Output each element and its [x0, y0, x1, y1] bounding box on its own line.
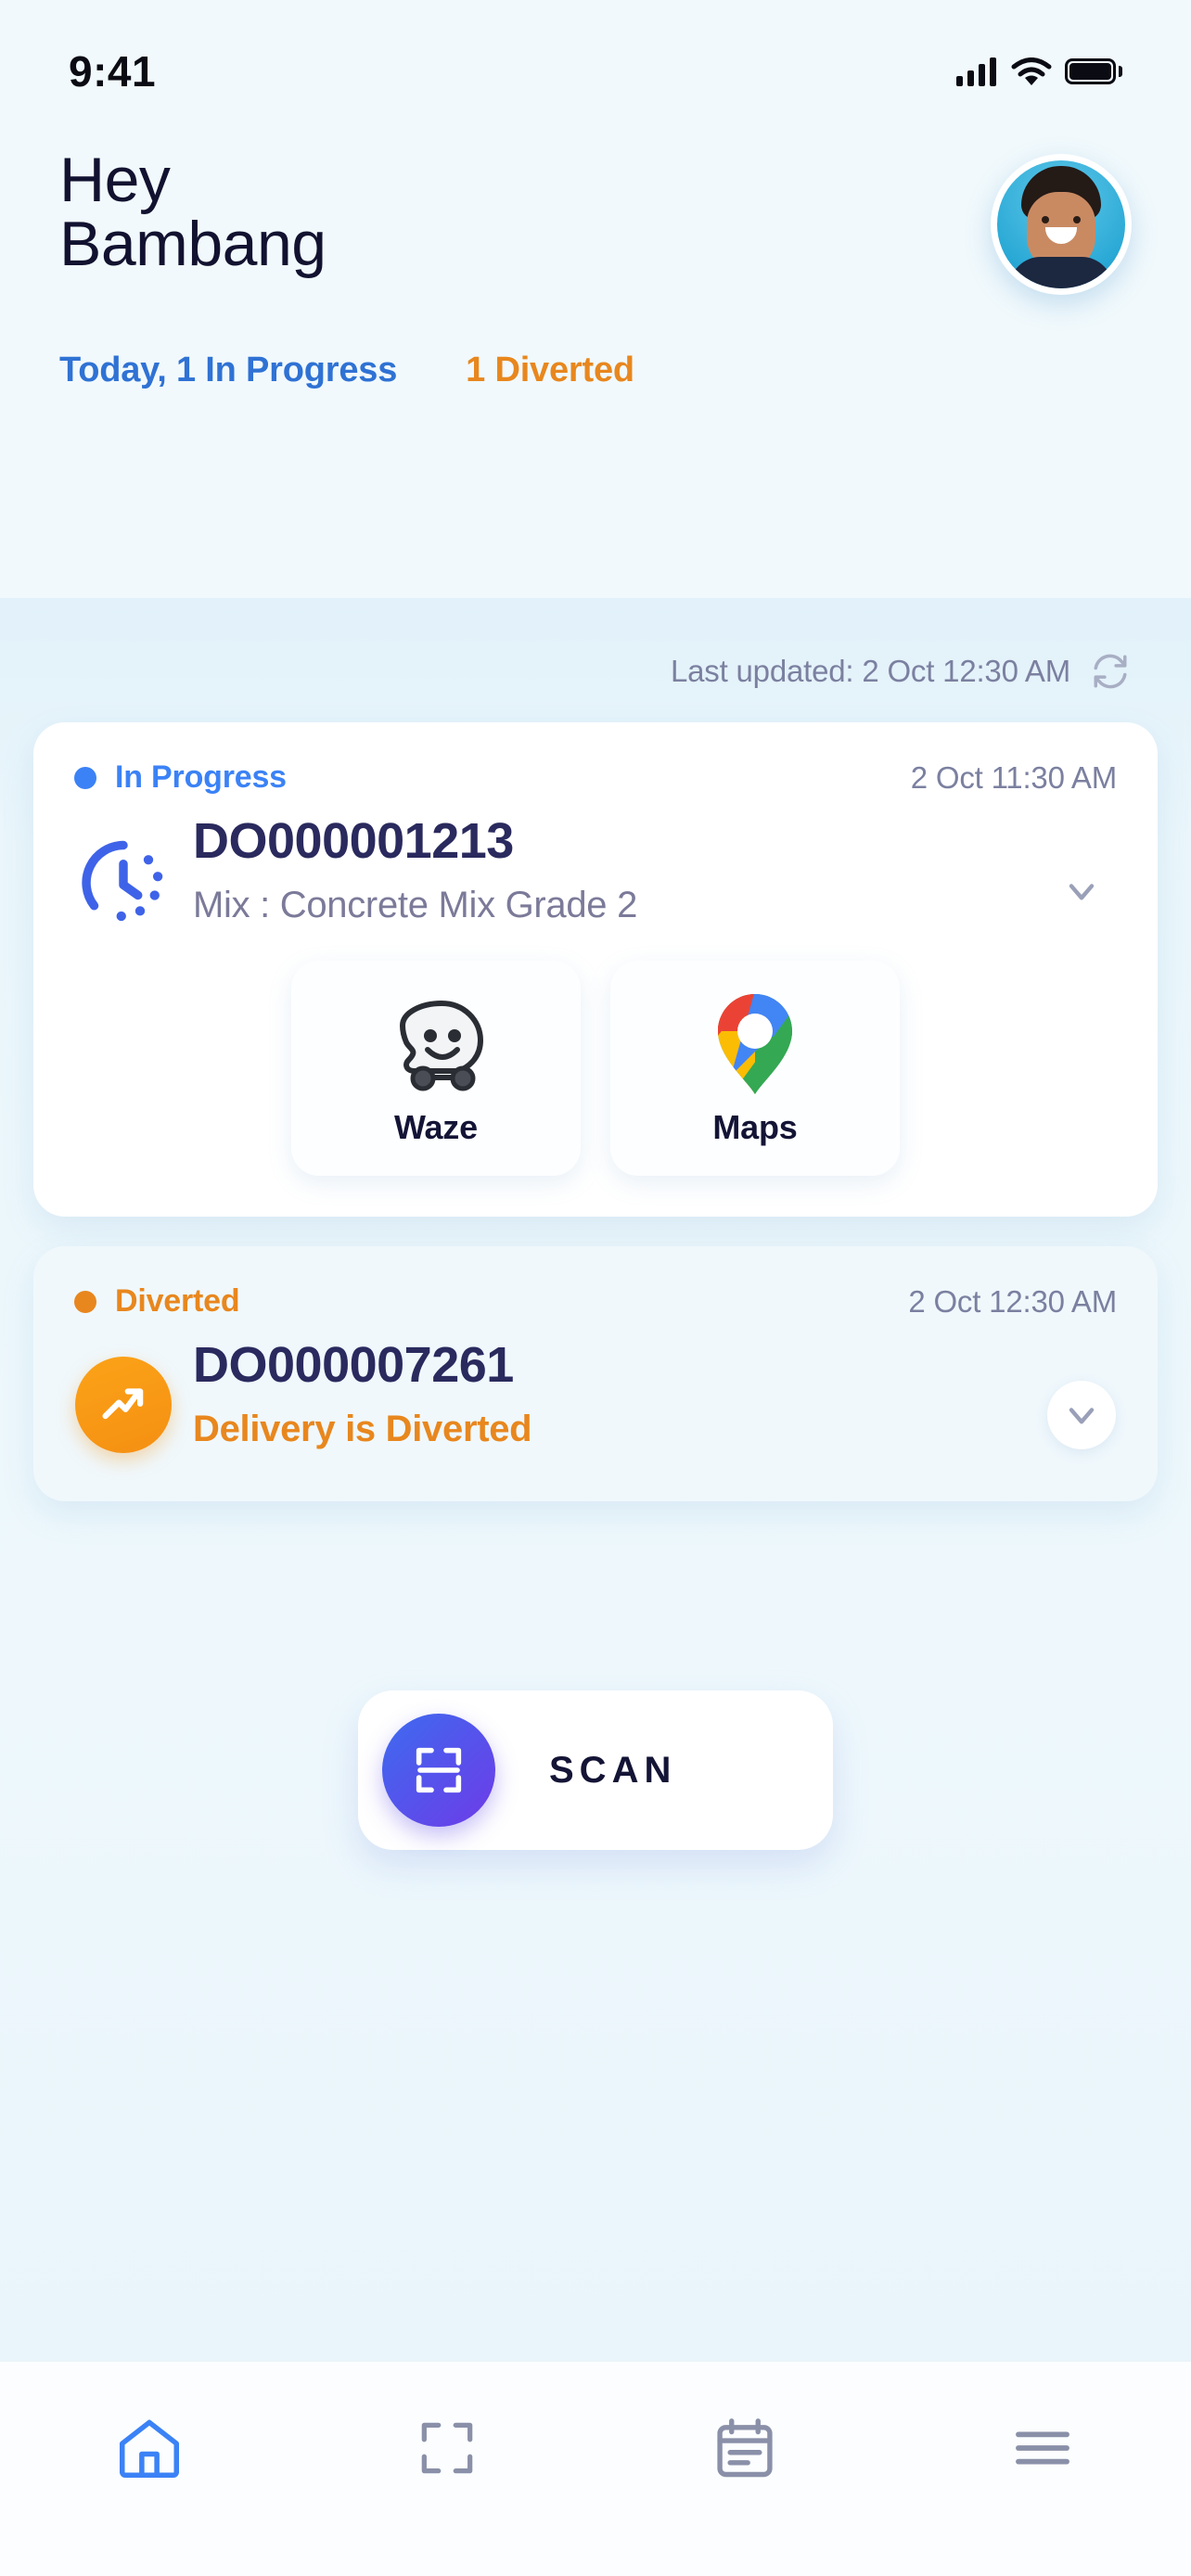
do-number: DO000001213 — [193, 813, 514, 869]
header-section: 9:41 Hey Bambang Today, 1 In Progress 1 … — [0, 0, 1191, 598]
home-icon — [113, 2412, 186, 2489]
status-dot-icon — [74, 1290, 96, 1313]
status-filter-tabs: Today, 1 In Progress 1 Diverted — [0, 295, 1191, 390]
hamburger-menu-icon — [1006, 2412, 1079, 2489]
nav-item-scan[interactable] — [364, 2399, 531, 2501]
chevron-down-icon[interactable] — [1047, 1381, 1116, 1449]
card-content: DO000001213 Mix : Concrete Mix Grade 2 — [180, 812, 1039, 926]
delivery-card-diverted[interactable]: Diverted 2 Oct 12:30 AM DO000007261 Deli… — [33, 1246, 1158, 1501]
status-badge: Diverted — [74, 1283, 240, 1320]
status-label-text: In Progress — [115, 759, 287, 795]
card-timestamp: 2 Oct 12:30 AM — [908, 1283, 1117, 1319]
waze-button[interactable]: Waze — [291, 961, 581, 1176]
status-badge: In Progress — [74, 759, 287, 796]
refresh-icon[interactable] — [1091, 652, 1130, 691]
scan-frame-icon — [382, 1714, 495, 1827]
avatar[interactable] — [991, 154, 1132, 295]
scan-frame-icon — [413, 2414, 481, 2487]
card-header: In Progress 2 Oct 11:30 AM — [33, 722, 1158, 796]
tab-diverted[interactable]: 1 Diverted — [466, 351, 634, 390]
expand-slot — [1039, 812, 1124, 925]
status-bar-icons — [956, 57, 1122, 86]
page-title: Hey Bambang — [59, 145, 327, 280]
navigation-app-buttons: Waze Maps — [33, 933, 1158, 1217]
card-content: DO000007261 Delivery is Diverted — [180, 1336, 1039, 1450]
cellular-signal-icon — [956, 57, 996, 86]
nav-item-orders[interactable] — [661, 2399, 828, 2501]
status-dot-icon — [74, 766, 96, 789]
delivery-list-section: Last updated: 2 Oct 12:30 AM In Progress — [0, 598, 1191, 2361]
wifi-icon — [1011, 57, 1052, 86]
delivery-card-in-progress[interactable]: In Progress 2 Oct 11:30 AM DO000001213 M… — [33, 722, 1158, 1217]
chevron-down-icon[interactable] — [1047, 857, 1116, 925]
scan-action-area: SCAN — [0, 1690, 1191, 1850]
waze-icon — [384, 989, 488, 1099]
battery-full-icon — [1065, 58, 1122, 84]
scan-label: SCAN — [549, 1749, 677, 1791]
greeting-line-1: Hey — [59, 145, 171, 215]
card-body: DO000001213 Mix : Concrete Mix Grade 2 — [33, 796, 1158, 933]
waze-label: Waze — [394, 1108, 478, 1146]
card-timestamp: 2 Oct 11:30 AM — [910, 759, 1117, 795]
calendar-list-icon — [710, 2413, 780, 2488]
clock-progress-icon — [67, 812, 180, 933]
nav-item-home[interactable] — [66, 2399, 233, 2501]
diverted-arrow-icon — [67, 1336, 180, 1453]
card-subtitle: Mix : Concrete Mix Grade 2 — [193, 884, 638, 925]
status-bar: 9:41 — [0, 0, 1191, 111]
card-body: DO000007261 Delivery is Diverted — [33, 1320, 1158, 1501]
app-screen: 9:41 Hey Bambang Today, 1 In Progress 1 … — [0, 0, 1191, 2576]
user-avatar-image — [997, 160, 1125, 288]
tab-in-progress[interactable]: Today, 1 In Progress — [59, 351, 397, 390]
delivery-cards: In Progress 2 Oct 11:30 AM DO000001213 M… — [0, 691, 1191, 1501]
status-label-text: Diverted — [115, 1283, 240, 1319]
card-header: Diverted 2 Oct 12:30 AM — [33, 1246, 1158, 1320]
expand-slot — [1039, 1336, 1124, 1449]
nav-item-menu[interactable] — [959, 2399, 1126, 2501]
google-maps-icon — [712, 989, 798, 1099]
do-number: DO000007261 — [193, 1337, 514, 1393]
status-bar-time: 9:41 — [69, 47, 157, 96]
scan-button[interactable]: SCAN — [358, 1690, 833, 1850]
greeting-line-2: Bambang — [59, 209, 327, 280]
card-subtitle: Delivery is Diverted — [193, 1408, 532, 1449]
maps-button[interactable]: Maps — [610, 961, 900, 1176]
last-updated-text: Last updated: 2 Oct 12:30 AM — [670, 654, 1070, 688]
maps-label: Maps — [712, 1108, 798, 1146]
last-updated-row: Last updated: 2 Oct 12:30 AM — [0, 598, 1191, 691]
greeting-row: Hey Bambang — [0, 111, 1191, 295]
